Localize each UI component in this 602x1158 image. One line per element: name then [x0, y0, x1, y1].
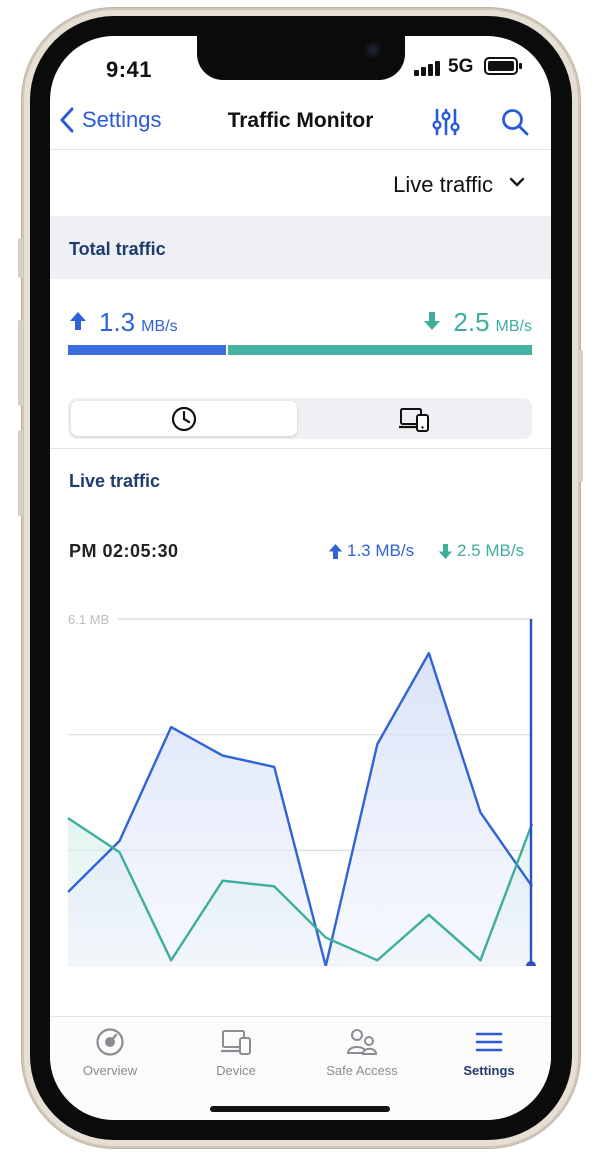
power-button	[578, 350, 583, 482]
gauge-icon	[96, 1028, 124, 1056]
mute-switch	[18, 238, 23, 278]
range-selector[interactable]: Live traffic	[50, 150, 551, 216]
nav-bar: Settings Traffic Monitor	[50, 94, 551, 150]
screen: 9:41 5G Settings Traffic Monitor Live tr…	[50, 36, 551, 1120]
download-value: 2.5	[453, 307, 490, 337]
divider	[50, 448, 551, 449]
page-title: Traffic Monitor	[227, 109, 374, 132]
volume-up-button	[18, 320, 23, 406]
search-icon[interactable]	[499, 106, 531, 138]
traffic-ratio-bar	[68, 345, 532, 355]
readout-upload: 1.3 MB/s	[328, 541, 414, 561]
camera-icon	[365, 42, 381, 58]
segment-devices[interactable]	[301, 401, 527, 436]
live-traffic-title: Live traffic	[69, 471, 161, 491]
upload-area	[68, 653, 532, 966]
battery-icon	[484, 57, 522, 75]
arrow-down-icon	[424, 312, 441, 330]
total-traffic-header: Total traffic	[50, 216, 551, 279]
clock-icon	[171, 406, 197, 431]
arrow-up-icon	[70, 312, 86, 330]
y-max-label: 6.1 MB	[68, 612, 109, 627]
signal-icon	[414, 60, 442, 76]
segment-timeline[interactable]	[71, 401, 297, 436]
readout-download-value: 2.5 MB/s	[457, 541, 525, 560]
users-icon	[346, 1029, 378, 1055]
readout-time: PM 02:05:30	[69, 541, 179, 561]
notch	[197, 36, 405, 80]
filter-sliders-icon[interactable]	[430, 106, 462, 138]
chevron-down-icon	[509, 177, 525, 187]
home-indicator	[210, 1106, 390, 1112]
devices-icon	[221, 1030, 251, 1055]
upload-value: 1.3	[99, 307, 136, 337]
download-total: 2.5 MB/s	[423, 307, 532, 338]
traffic-totals: 1.3 MB/s 2.5 MB/s	[50, 279, 551, 389]
live-traffic-chart[interactable]: 6.1 MB	[50, 596, 551, 966]
tab-label: Overview	[82, 1063, 138, 1078]
tab-label: Settings	[463, 1063, 515, 1078]
menu-icon	[475, 1032, 503, 1052]
download-unit: MB/s	[495, 318, 532, 335]
tab-label: Device	[216, 1063, 256, 1078]
upload-total: 1.3 MB/s	[69, 307, 178, 338]
status-bar: 9:41 5G	[50, 36, 551, 94]
upload-unit: MB/s	[141, 318, 178, 335]
arrow-up-icon	[328, 543, 343, 559]
view-toggle	[68, 398, 532, 439]
tab-label: Safe Access	[326, 1063, 398, 1078]
status-time: 9:41	[106, 57, 153, 82]
upload-ratio-fill	[68, 345, 226, 355]
network-label: 5G	[448, 56, 474, 77]
tab-safe-access[interactable]: Safe Access	[307, 1027, 417, 1078]
download-ratio-fill	[227, 345, 532, 355]
readout-upload-value: 1.3 MB/s	[347, 541, 415, 560]
live-readout: PM 02:05:30 1.3 MB/s 2.5 MB/s	[50, 541, 551, 571]
tab-settings[interactable]: Settings	[434, 1027, 544, 1078]
readout-download: 2.5 MB/s	[438, 541, 524, 561]
arrow-down-icon	[438, 543, 453, 559]
tab-overview[interactable]: Overview	[55, 1027, 165, 1078]
tab-bar: Overview Device Safe Access Settings	[50, 1016, 551, 1120]
total-traffic-title: Total traffic	[69, 239, 166, 259]
range-label: Live traffic	[393, 172, 493, 197]
tab-device[interactable]: Device	[181, 1027, 291, 1078]
volume-down-button	[18, 430, 23, 516]
devices-icon	[399, 407, 429, 432]
